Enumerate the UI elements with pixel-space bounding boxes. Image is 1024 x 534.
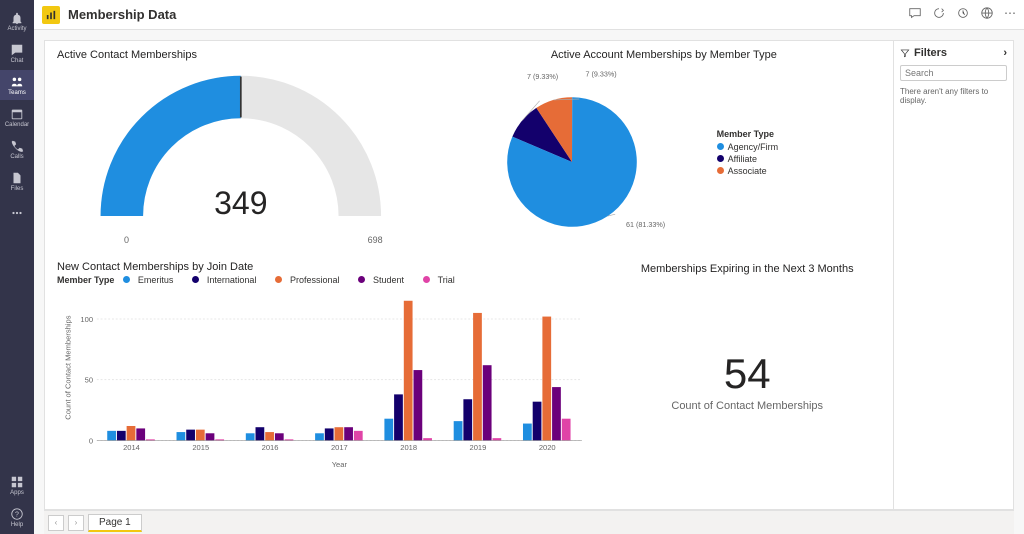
svg-text:?: ? — [15, 511, 19, 518]
teams-app-rail: Activity Chat Teams Calendar Calls Files… — [0, 0, 34, 534]
page-tab-bar: ‹ › Page 1 — [44, 510, 1014, 534]
svg-text:2015: 2015 — [192, 443, 209, 452]
filters-pane: Filters › There aren't any filters to di… — [893, 41, 1013, 509]
svg-text:50: 50 — [85, 376, 93, 385]
gauge-max: 698 — [368, 235, 383, 245]
filters-empty-text: There aren't any filters to display. — [900, 87, 1007, 105]
chevron-right-icon[interactable]: › — [1003, 47, 1007, 59]
card-visual[interactable]: Memberships Expiring in the Next 3 Month… — [605, 257, 889, 505]
bar-title: New Contact Memberships by Join Date — [57, 261, 591, 273]
tab-next[interactable]: › — [68, 515, 84, 531]
bar-legend: Member Type Emeritus International Profe… — [57, 275, 591, 286]
main-area: Membership Data ⋯ Active Contact Members… — [34, 0, 1024, 534]
svg-text:0: 0 — [89, 437, 93, 446]
svg-text:100: 100 — [80, 315, 93, 324]
svg-text:Year: Year — [332, 460, 348, 469]
bar-visual[interactable]: New Contact Memberships by Join Date Mem… — [49, 257, 599, 505]
card-label: Count of Contact Memberships — [671, 400, 823, 412]
page-title: Membership Data — [68, 7, 176, 22]
refresh-icon[interactable] — [932, 6, 946, 23]
svg-text:2018: 2018 — [400, 443, 417, 452]
pie-visual[interactable]: Active Account Memberships by Member Typ… — [439, 45, 889, 257]
more-icon[interactable]: ⋯ — [1004, 6, 1016, 23]
rail-activity[interactable]: Activity — [0, 6, 34, 36]
gauge-title: Active Contact Memberships — [57, 49, 425, 61]
rail-files[interactable]: Files — [0, 166, 34, 196]
rail-chat[interactable]: Chat — [0, 38, 34, 68]
card-value: 54 — [724, 350, 771, 398]
card-title: Memberships Expiring in the Next 3 Month… — [605, 263, 889, 275]
pie-legend: Member Type Agency/Firm Affiliate Associ… — [717, 129, 779, 178]
report-header: Membership Data ⋯ — [34, 0, 1024, 30]
rail-teams[interactable]: Teams — [0, 70, 34, 100]
report-canvas: Active Contact Memberships 349 0 698 — [34, 30, 1024, 534]
tab-prev[interactable]: ‹ — [48, 515, 64, 531]
svg-text:7 (9.33%): 7 (9.33%) — [585, 70, 616, 79]
filters-search-input[interactable] — [900, 65, 1007, 81]
svg-text:2020: 2020 — [539, 443, 556, 452]
svg-text:2016: 2016 — [262, 443, 279, 452]
globe-icon[interactable] — [980, 6, 994, 23]
gauge-visual[interactable]: Active Contact Memberships 349 0 698 — [49, 45, 433, 257]
tab-page-1[interactable]: Page 1 — [88, 514, 142, 532]
gauge-min: 0 — [124, 235, 129, 245]
svg-text:2019: 2019 — [470, 443, 487, 452]
svg-text:2017: 2017 — [331, 443, 348, 452]
rail-calls[interactable]: Calls — [0, 134, 34, 164]
rail-calendar[interactable]: Calendar — [0, 102, 34, 132]
gauge-value: 349 — [214, 185, 267, 222]
rail-more[interactable] — [0, 198, 34, 228]
chat-icon[interactable] — [908, 6, 922, 23]
pie-title: Active Account Memberships by Member Typ… — [447, 49, 881, 61]
reset-icon[interactable] — [956, 6, 970, 23]
svg-text:61 (81.33%): 61 (81.33%) — [626, 220, 665, 229]
powerbi-icon — [42, 6, 60, 24]
svg-text:7 (9.33%): 7 (9.33%) — [527, 72, 558, 81]
rail-apps[interactable]: Apps — [0, 470, 34, 500]
svg-text:2014: 2014 — [123, 443, 140, 452]
svg-text:Count of Contact Memberships: Count of Contact Memberships — [63, 315, 72, 419]
rail-help[interactable]: ?Help — [0, 502, 34, 532]
filter-icon — [900, 48, 910, 58]
